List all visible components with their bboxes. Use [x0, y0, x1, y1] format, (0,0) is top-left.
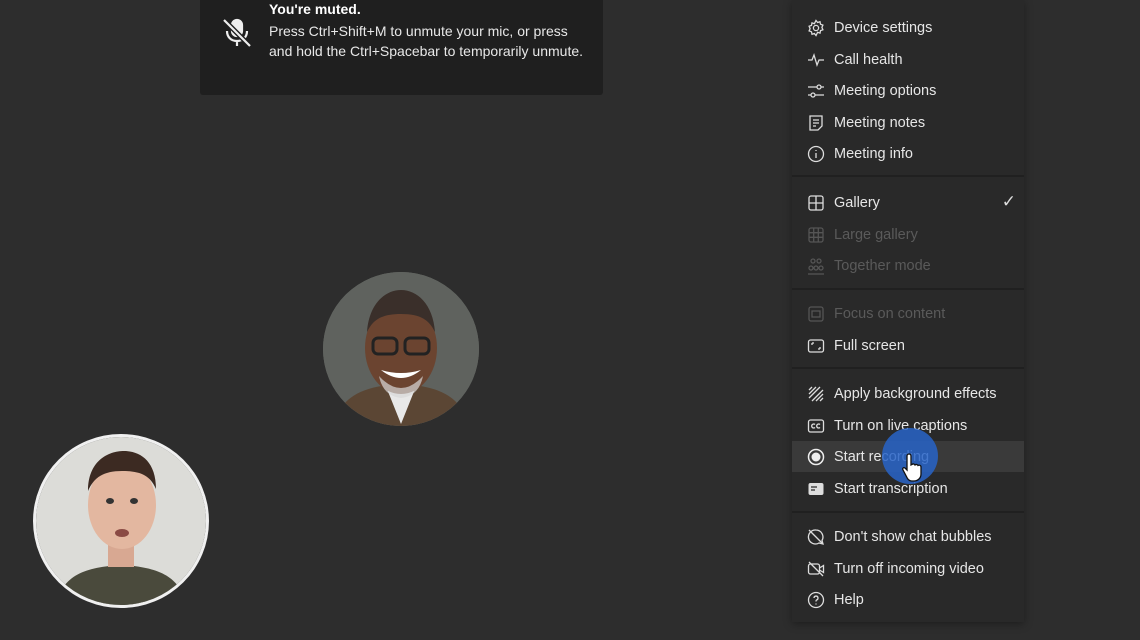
- self-video-preview[interactable]: [33, 434, 209, 608]
- menu-item-label: Meeting info: [834, 145, 913, 162]
- menu-item-label: Apply background effects: [834, 385, 997, 402]
- menu-item-label: Call health: [834, 51, 903, 68]
- menu-item-label: Start transcription: [834, 480, 948, 497]
- menu-item-meeting-info[interactable]: Meeting info: [792, 138, 1024, 169]
- pulse-icon: [807, 51, 825, 69]
- more-actions-menu: Device settings Call health Meeting opti…: [792, 0, 1024, 622]
- grid-icon: [807, 194, 825, 212]
- hand-cursor-icon: [902, 453, 922, 482]
- menu-divider: [792, 367, 1024, 369]
- menu-divider: [792, 175, 1024, 177]
- menu-item-help[interactable]: Help: [792, 584, 1024, 615]
- menu-item-label: Don't show chat bubbles: [834, 528, 992, 545]
- menu-item-label: Full screen: [834, 337, 905, 354]
- menu-item-label: Turn off incoming video: [834, 560, 984, 577]
- checkmark-icon: ✓: [1001, 192, 1016, 211]
- menu-item-large-gallery[interactable]: Large gallery: [792, 219, 1024, 250]
- menu-item-label: Together mode: [834, 257, 931, 274]
- mic-off-icon: [222, 18, 252, 48]
- menu-item-gallery[interactable]: Gallery ✓: [792, 187, 1024, 218]
- menu-item-together-mode[interactable]: Together mode: [792, 250, 1024, 281]
- menu-item-label: Meeting notes: [834, 114, 926, 131]
- participant-photo: [323, 272, 479, 426]
- help-icon: [807, 591, 825, 609]
- transcript-icon: [807, 480, 825, 498]
- menu-item-incoming-video[interactable]: Turn off incoming video: [792, 553, 1024, 584]
- together-icon: [807, 257, 825, 275]
- info-icon: [807, 145, 825, 163]
- sliders-icon: [807, 82, 825, 100]
- toast-title: You're muted.: [269, 1, 361, 17]
- toast-body: Press Ctrl+Shift+M to unmute your mic, o…: [269, 23, 584, 59]
- menu-divider: [792, 288, 1024, 290]
- menu-item-meeting-notes[interactable]: Meeting notes: [792, 107, 1024, 138]
- menu-item-label: Gallery: [834, 194, 880, 211]
- chat-off-icon: [807, 528, 825, 546]
- menu-item-full-screen[interactable]: Full screen: [792, 330, 1024, 361]
- menu-item-focus-on-content[interactable]: Focus on content: [792, 298, 1024, 329]
- background-effects-icon: [807, 385, 825, 403]
- fullscreen-icon: [807, 337, 825, 355]
- video-off-icon: [807, 560, 825, 578]
- menu-item-label: Large gallery: [834, 226, 918, 243]
- record-icon: [807, 448, 825, 466]
- cc-icon: [807, 417, 825, 435]
- menu-item-meeting-options[interactable]: Meeting options: [792, 75, 1024, 106]
- self-video-image: [36, 437, 206, 605]
- menu-divider: [792, 511, 1024, 513]
- menu-item-device-settings[interactable]: Device settings: [792, 12, 1024, 43]
- focus-icon: [807, 305, 825, 323]
- notes-icon: [807, 114, 825, 132]
- menu-item-label: Help: [834, 591, 864, 608]
- menu-item-label: Device settings: [834, 19, 933, 36]
- menu-item-label: Meeting options: [834, 82, 937, 99]
- menu-item-call-health[interactable]: Call health: [792, 44, 1024, 75]
- gear-icon: [807, 18, 825, 37]
- menu-item-background-effects[interactable]: Apply background effects: [792, 378, 1024, 409]
- menu-item-chat-bubbles[interactable]: Don't show chat bubbles: [792, 521, 1024, 552]
- participant-avatar[interactable]: [323, 272, 479, 426]
- large-grid-icon: [807, 226, 825, 244]
- menu-item-label: Focus on content: [834, 305, 946, 322]
- muted-toast: You're muted. Press Ctrl+Shift+M to unmu…: [200, 0, 603, 95]
